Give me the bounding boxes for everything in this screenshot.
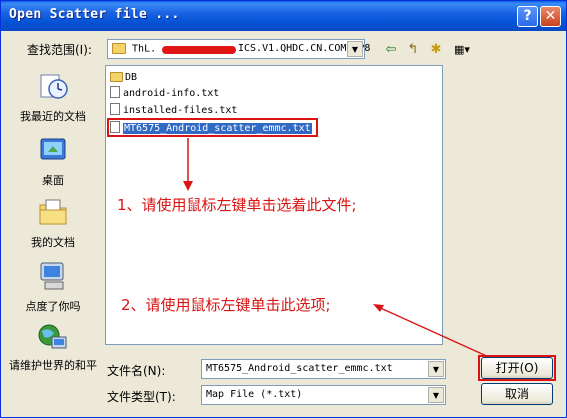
chevron-down-icon[interactable]: ▼ — [428, 387, 444, 403]
filetype-label: 文件类型(T): — [107, 390, 176, 404]
cancel-button[interactable]: 取消 — [481, 383, 553, 405]
filename-value: MT6575_Android_scatter_emmc.txt — [206, 363, 393, 374]
open-button[interactable]: 打开(O) — [481, 357, 553, 379]
arrow-head-diagonal — [373, 304, 384, 312]
filetype-value: Map File (*.txt) — [206, 389, 303, 400]
arrow-line-diagonal — [375, 305, 492, 359]
filetype-dropdown[interactable]: Map File (*.txt) ▼ — [201, 385, 446, 405]
chevron-down-icon[interactable]: ▼ — [428, 361, 444, 377]
instruction-step-1: 1、请使用鼠标左键单击选着此文件; — [117, 196, 357, 214]
arrow-head-down — [183, 181, 193, 191]
instruction-step-2: 2、请使用鼠标左键单击此选项; — [121, 296, 331, 314]
open-file-dialog: Open Scatter file ... ? ✕ 查找范围(I): ThL. … — [0, 0, 567, 418]
filename-label: 文件名(N): — [107, 364, 166, 378]
filename-input[interactable]: MT6575_Android_scatter_emmc.txt ▼ — [201, 359, 446, 379]
